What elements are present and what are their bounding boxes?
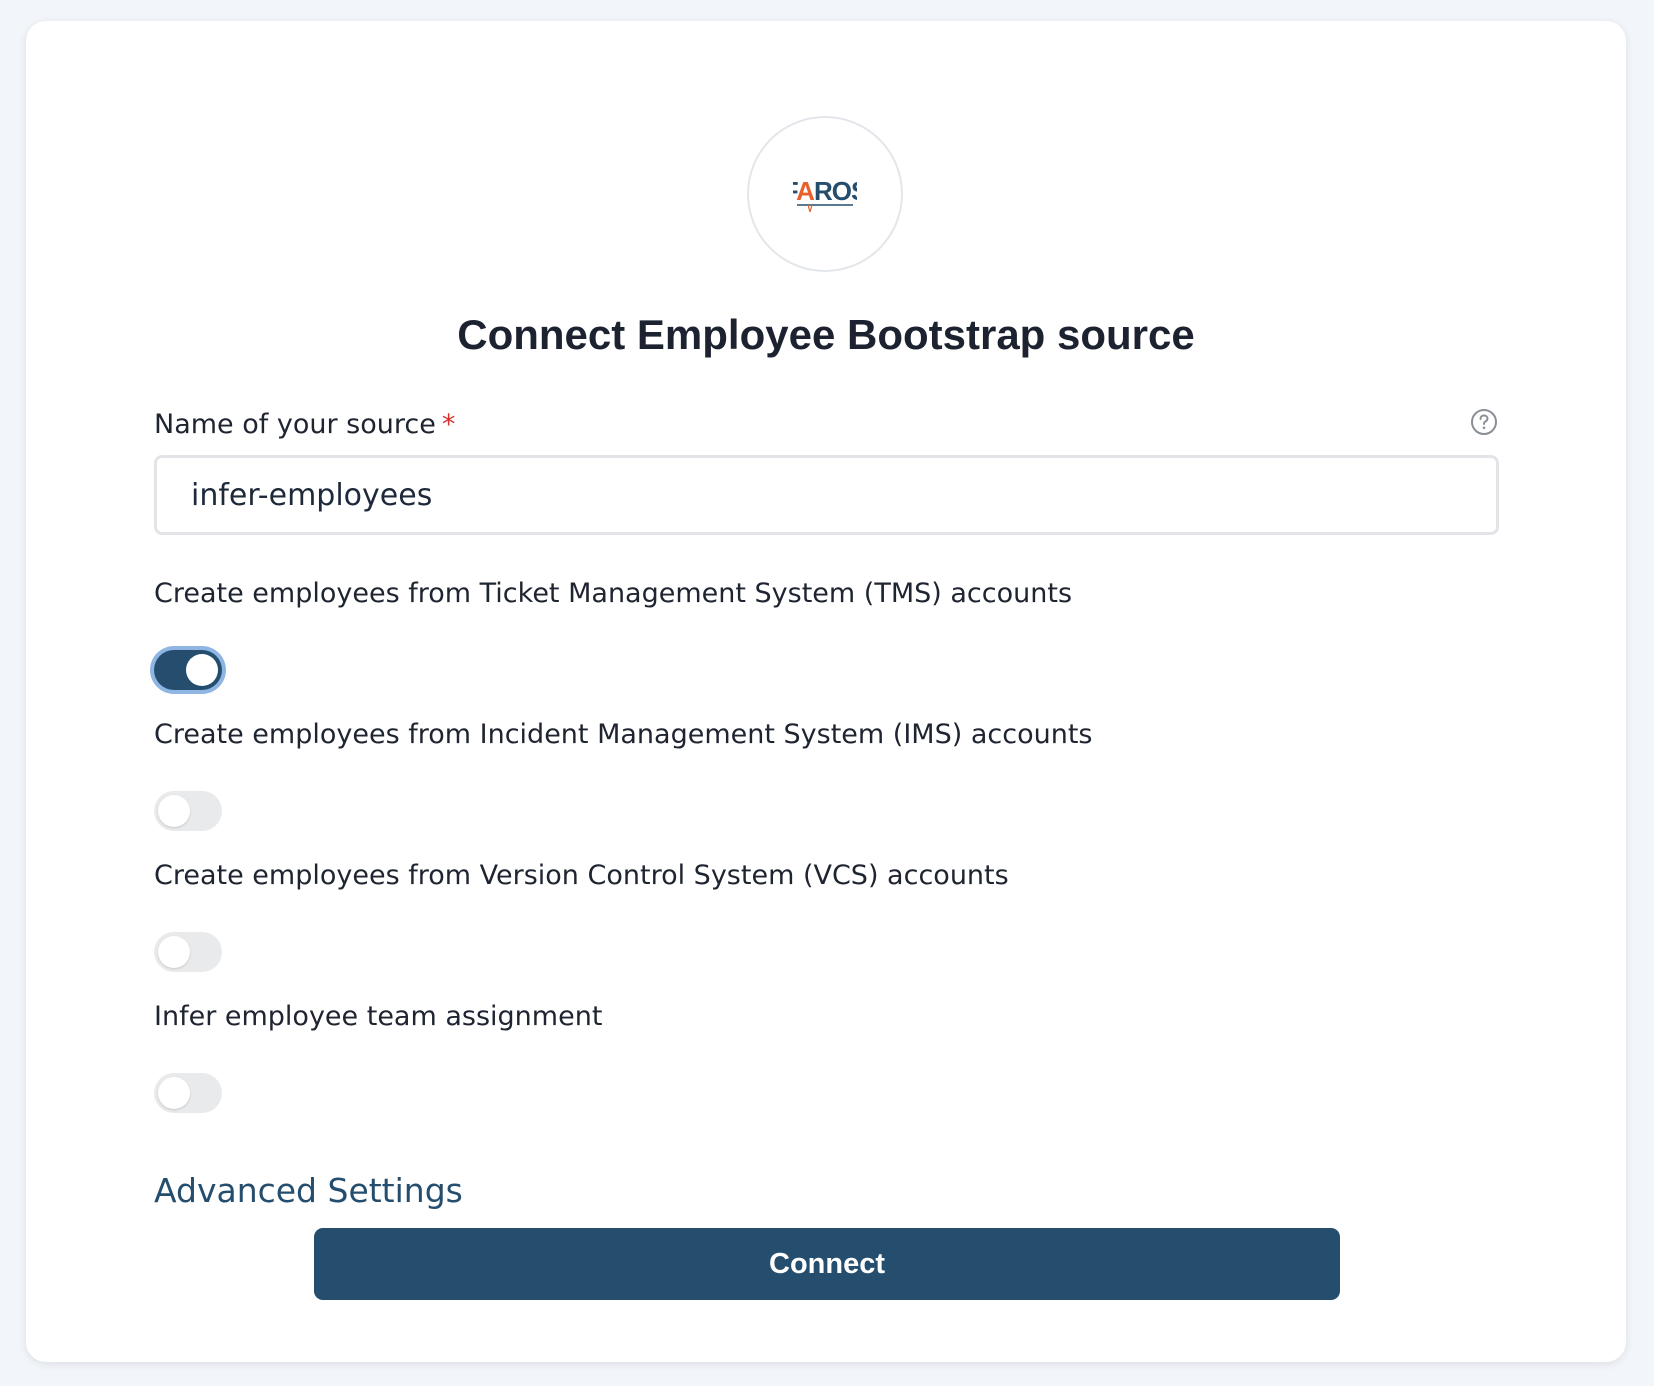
connect-source-card: FAROS Connect Employee Bootstrap source … [26,21,1626,1362]
source-logo: FAROS [747,116,903,272]
ims-toggle-label: Create employees from Incident Managemen… [154,719,1093,750]
team-assignment-toggle-label: Infer employee team assignment [154,1001,603,1032]
tms-toggle[interactable] [154,650,222,690]
team-assignment-toggle[interactable] [154,1073,222,1113]
vcs-toggle-label: Create employees from Version Control Sy… [154,860,1009,891]
toggle-knob [158,936,190,968]
ims-toggle[interactable] [154,791,222,831]
svg-text:FAROS: FAROS [793,176,857,206]
source-name-label-text: Name of your source [154,409,436,440]
source-name-input[interactable] [154,455,1499,535]
toggle-knob [186,654,218,686]
connect-button[interactable]: Connect [314,1228,1340,1300]
page-title: Connect Employee Bootstrap source [457,311,1195,358]
required-marker: * [441,409,456,440]
source-name-label: Name of your source * [154,409,455,440]
toggle-knob [158,1077,190,1109]
advanced-settings-link[interactable]: Advanced Settings [154,1171,463,1210]
toggle-knob [158,795,190,827]
vcs-toggle[interactable] [154,932,222,972]
tms-toggle-label: Create employees from Ticket Management … [154,578,1073,609]
faros-logo-icon: FAROS [793,176,857,213]
question-circle-icon[interactable] [1470,408,1498,436]
